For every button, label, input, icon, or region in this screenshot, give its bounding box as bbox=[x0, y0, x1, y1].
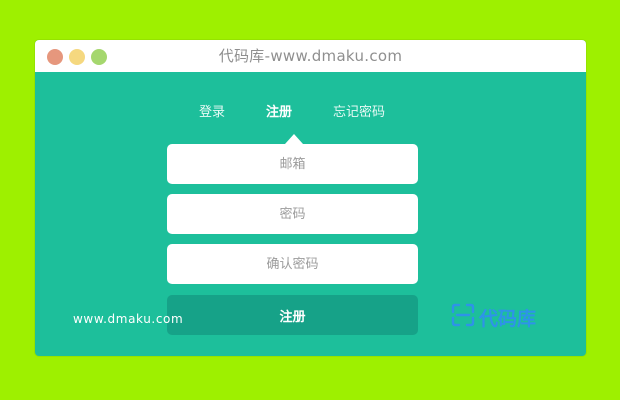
title-bar: 代码库-www.dmaku.com bbox=[35, 40, 586, 72]
window-title: 代码库-www.dmaku.com bbox=[218, 47, 403, 65]
confirm-password-field[interactable] bbox=[167, 244, 418, 284]
tab-login[interactable]: 登录 bbox=[199, 101, 225, 120]
password-field[interactable] bbox=[167, 194, 418, 234]
code-bracket-icon bbox=[451, 303, 475, 327]
email-field[interactable] bbox=[167, 144, 418, 184]
register-button[interactable]: 注册 bbox=[167, 295, 418, 335]
tab-forgot-password[interactable]: 忘记密码 bbox=[333, 101, 385, 120]
logo-text: 代码库 bbox=[479, 308, 537, 330]
app-window: 代码库-www.dmaku.com 登录 注册 忘记密码 注册 www.dmak… bbox=[35, 40, 586, 356]
active-tab-pointer bbox=[285, 134, 303, 144]
auth-tabs: 登录 注册 忘记密码 bbox=[35, 101, 586, 121]
domain-watermark: www.dmaku.com bbox=[73, 312, 184, 326]
tab-register[interactable]: 注册 bbox=[266, 101, 292, 120]
